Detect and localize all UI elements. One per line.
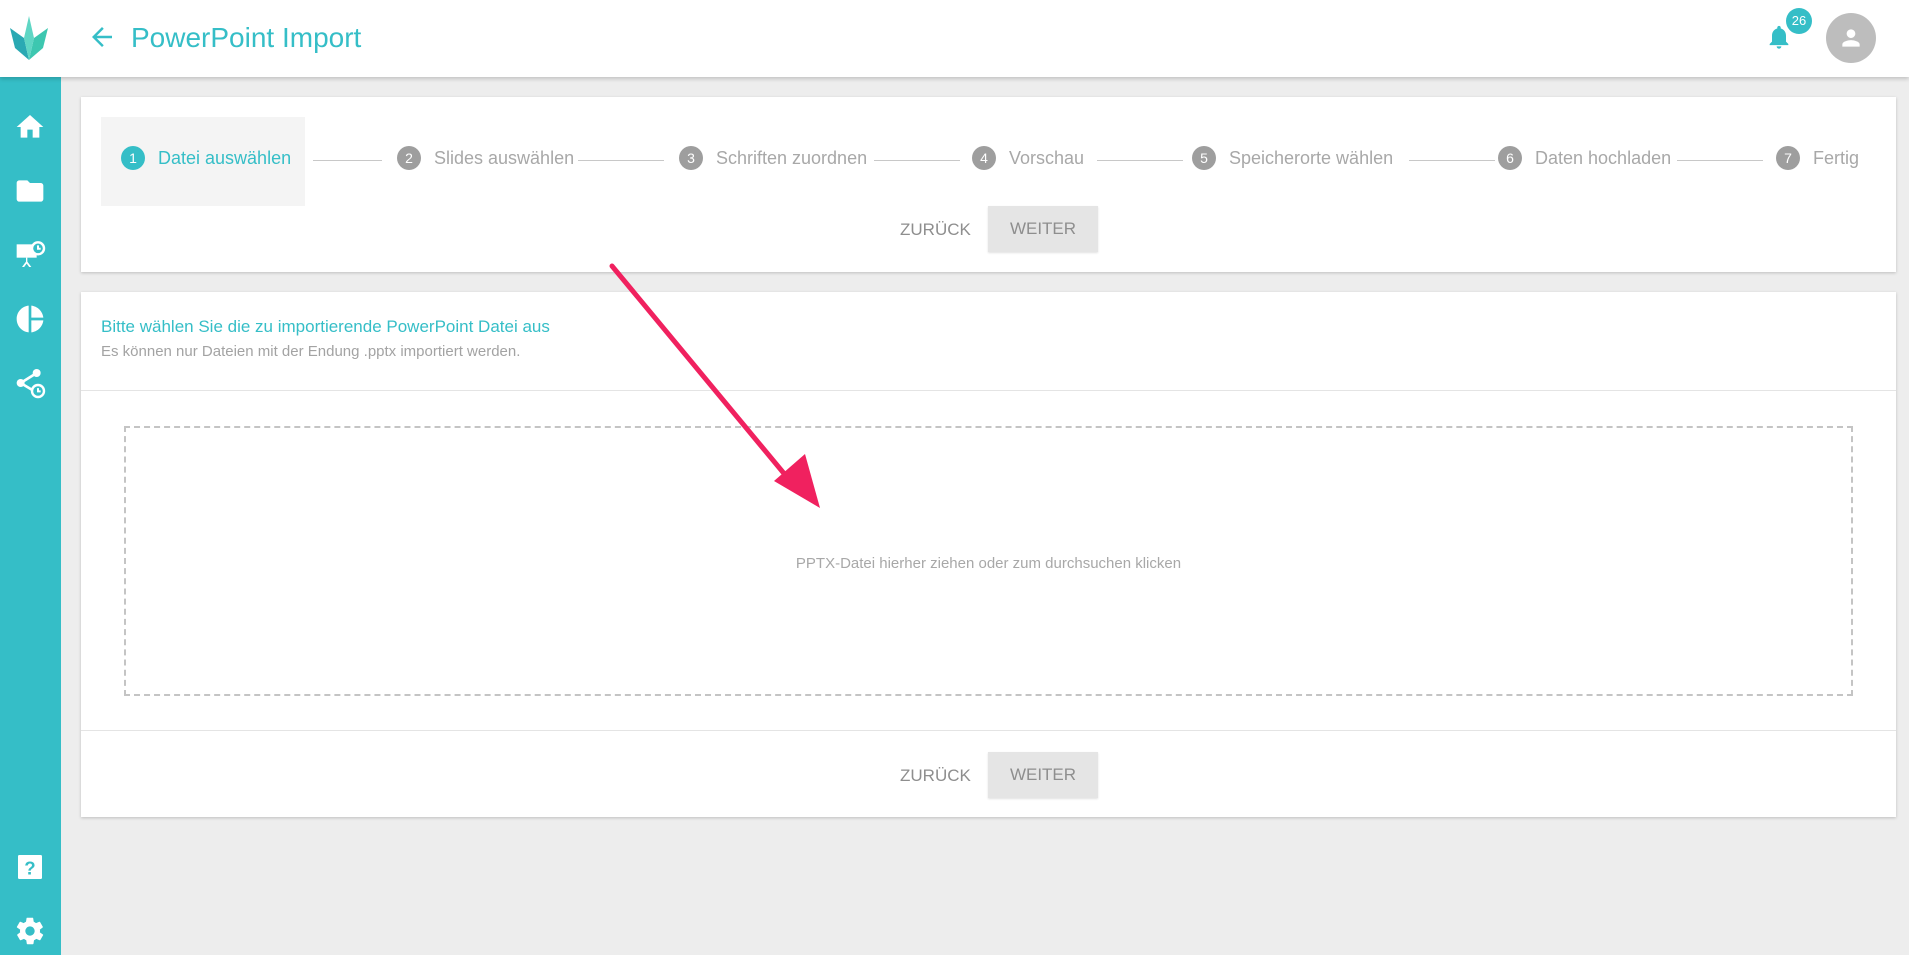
step-label: Fertig (1813, 147, 1860, 168)
folder-icon[interactable] (14, 175, 46, 207)
sidebar: ? (0, 77, 61, 955)
user-icon (1842, 29, 1860, 47)
app-logo[interactable] (10, 16, 48, 60)
step-connector (1409, 160, 1495, 161)
back-button[interactable]: Zurück (900, 220, 971, 240)
step-number: 4 (972, 146, 996, 170)
home-icon[interactable] (14, 111, 46, 143)
step-2[interactable]: 2 Slides auswählen (397, 145, 574, 171)
divider (81, 390, 1896, 391)
user-avatar[interactable] (1826, 13, 1876, 63)
step-label: Speicherorte wählen (1229, 147, 1394, 168)
step-7[interactable]: 7 Fertig (1776, 145, 1859, 171)
step-4[interactable]: 4 Vorschau (972, 145, 1084, 171)
step-label: Slides auswählen (434, 147, 575, 168)
step-connector (578, 160, 664, 161)
file-dropzone[interactable]: PPTX-Datei hierher ziehen oder zum durch… (124, 426, 1853, 696)
step-number: 1 (121, 146, 145, 170)
divider (81, 730, 1896, 731)
file-select-card: Bitte wählen Sie die zu importierende Po… (81, 292, 1896, 817)
share-icon[interactable] (14, 367, 46, 399)
step-3[interactable]: 3 Schriften zuordnen (679, 145, 867, 171)
step-label: Vorschau (1009, 147, 1085, 168)
svg-text:?: ? (24, 857, 35, 878)
step-number: 3 (679, 146, 703, 170)
step-connector (313, 160, 382, 161)
step-6[interactable]: 6 Daten hochladen (1498, 145, 1671, 171)
stepper-card: 1 Datei auswählen 2 Slides auswählen 3 S… (81, 97, 1896, 272)
step-5[interactable]: 5 Speicherorte wählen (1192, 145, 1393, 171)
back-button[interactable]: Zurück (900, 766, 971, 786)
step-number: 2 (397, 146, 421, 170)
top-bar: PowerPoint Import 26 (0, 0, 1909, 77)
step-number: 6 (1498, 146, 1522, 170)
page-title: PowerPoint Import (131, 22, 362, 53)
pie-chart-icon[interactable] (14, 303, 46, 335)
settings-icon[interactable] (14, 915, 46, 947)
section-title: Bitte wählen Sie die zu importierende Po… (101, 317, 550, 336)
step-number: 7 (1776, 146, 1800, 170)
dropzone-hint: PPTX-Datei hierher ziehen oder zum durch… (795, 555, 1182, 572)
back-arrow-icon[interactable] (87, 22, 117, 52)
next-button[interactable]: Weiter (988, 752, 1098, 798)
step-connector (874, 160, 960, 161)
section-subtitle: Es können nur Dateien mit der Endung .pp… (101, 343, 521, 360)
step-connector (1097, 160, 1183, 161)
help-icon[interactable]: ? (14, 851, 46, 883)
step-label: Daten hochladen (1535, 147, 1672, 168)
step-1[interactable]: 1 Datei auswählen (121, 145, 291, 171)
step-number: 5 (1192, 146, 1216, 170)
step-label: Schriften zuordnen (716, 147, 868, 168)
step-label: Datei auswählen (158, 147, 292, 168)
presentation-icon[interactable] (14, 239, 46, 271)
next-button[interactable]: Weiter (988, 206, 1098, 252)
notification-badge: 26 (1786, 8, 1812, 34)
step-connector (1677, 160, 1763, 161)
